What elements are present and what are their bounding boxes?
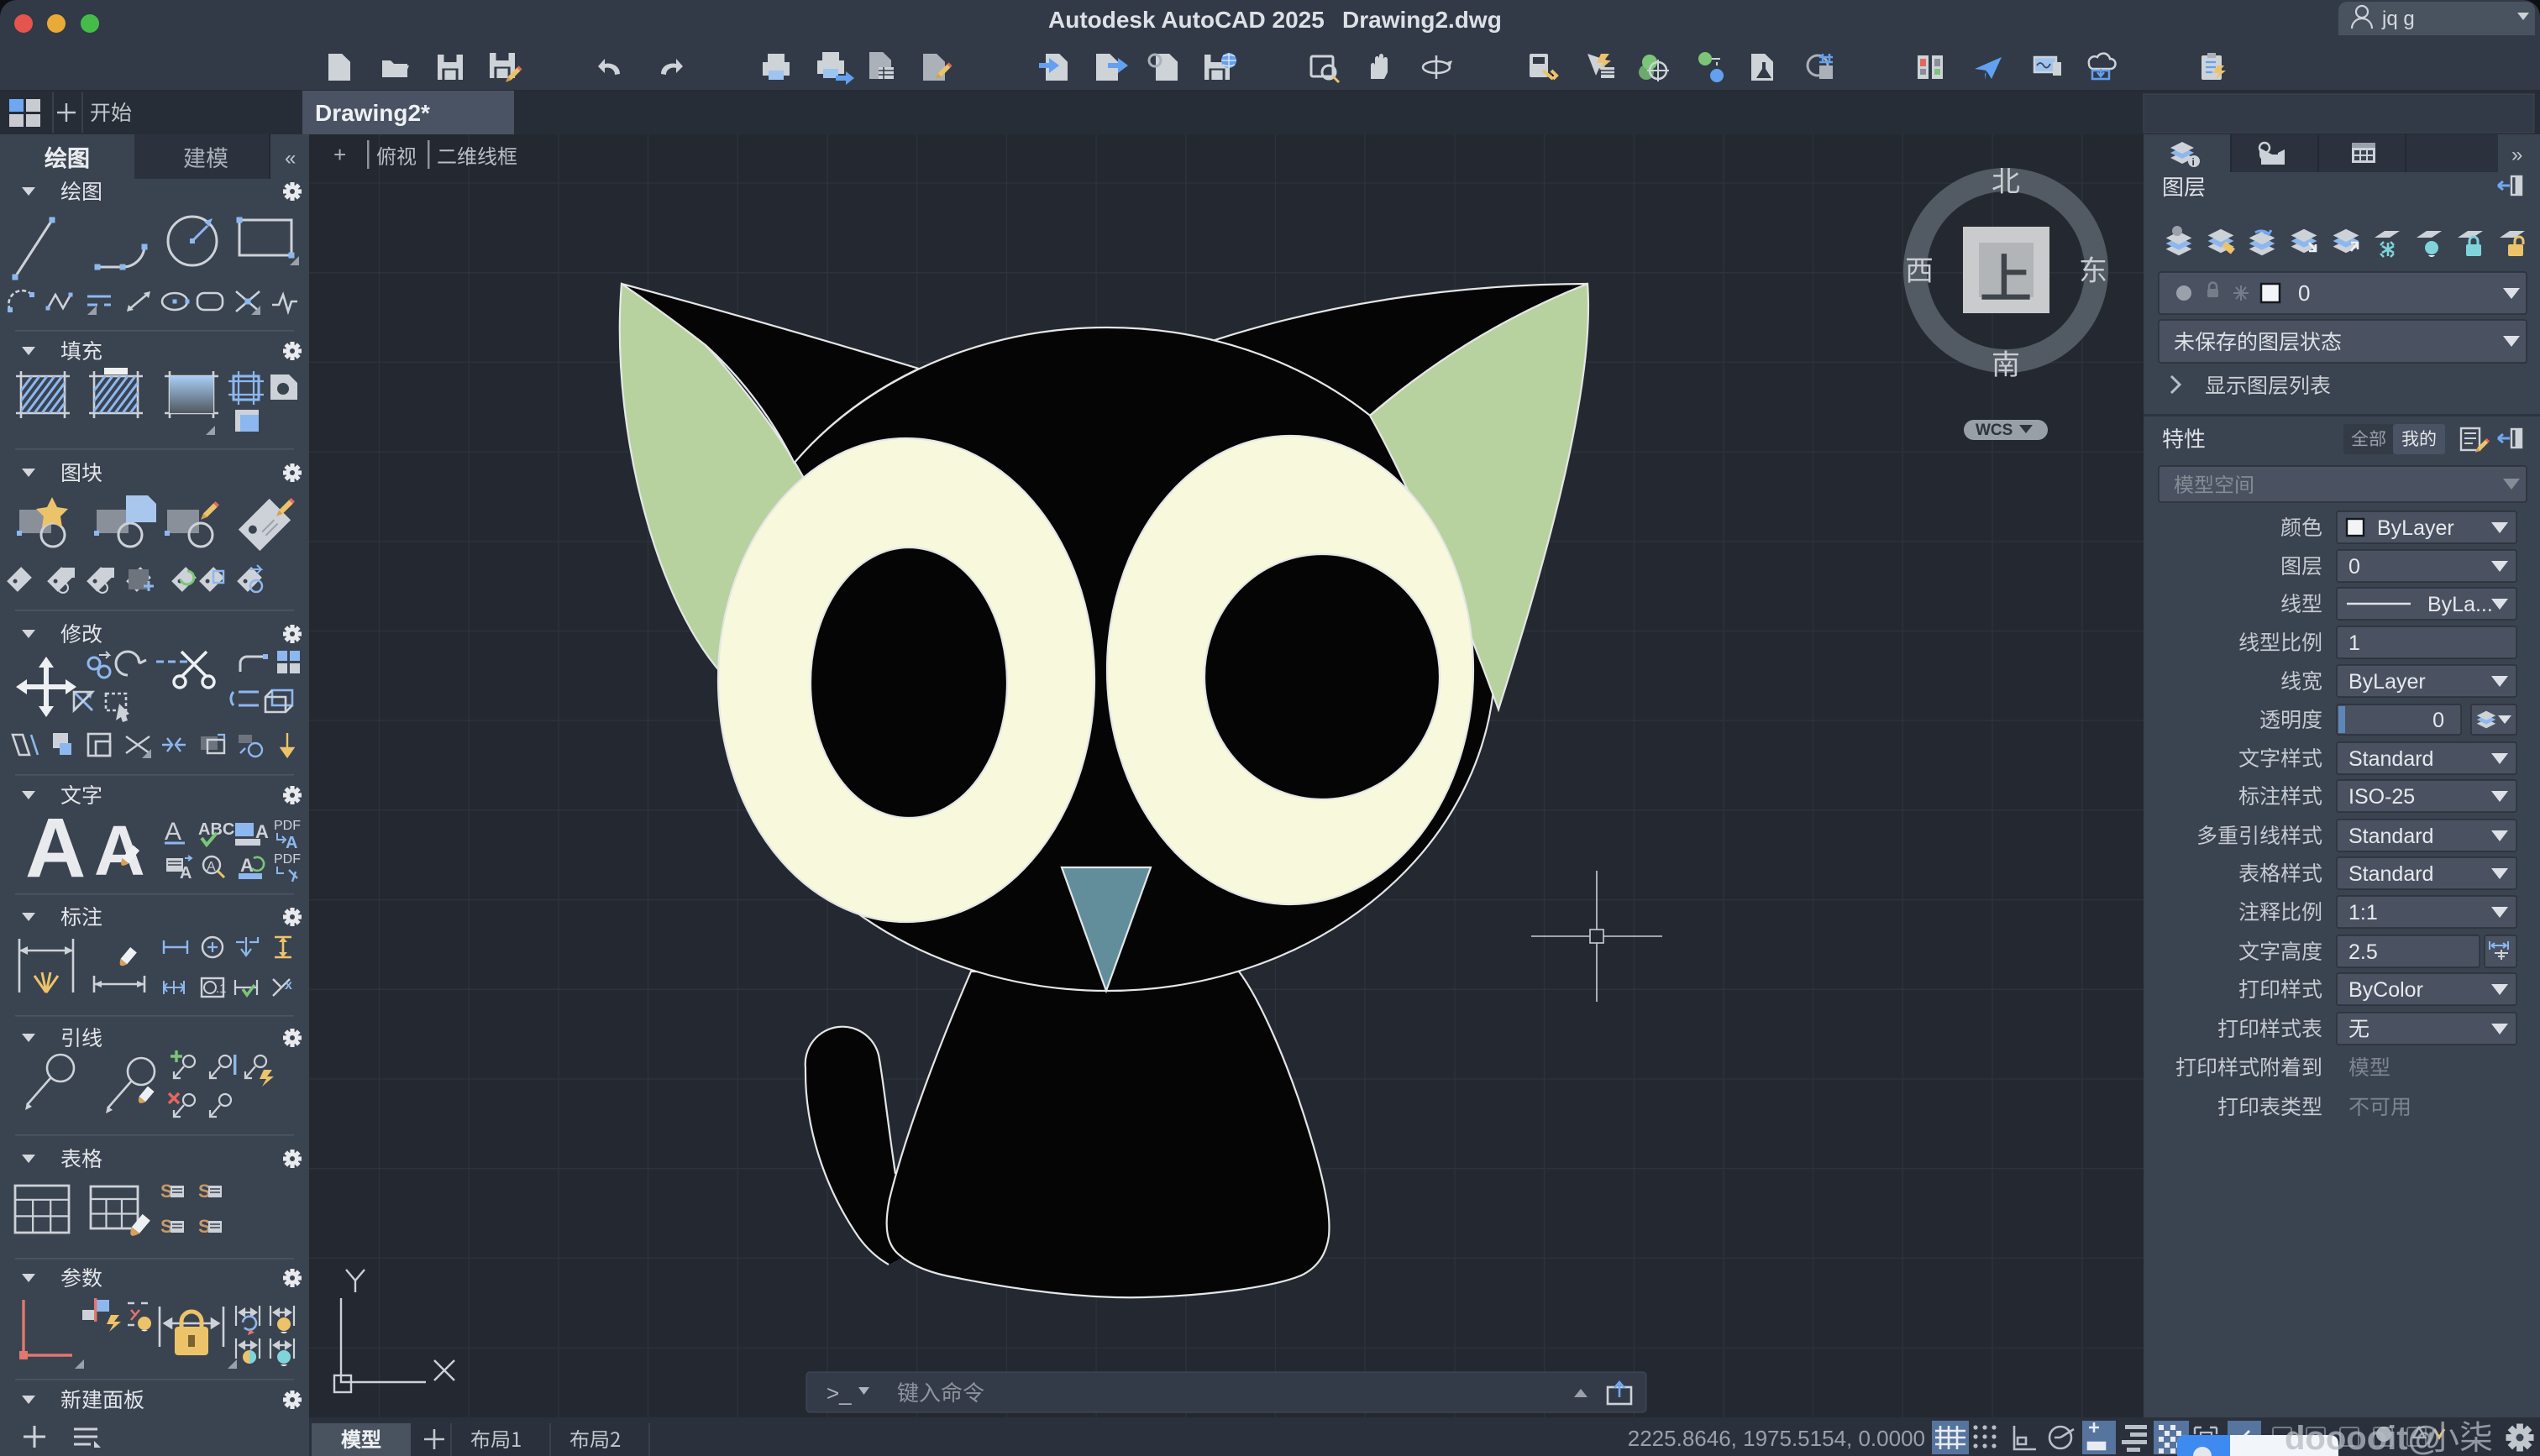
svg-text:Standard: Standard (2348, 862, 2433, 886)
svg-text:dooooit@: dooooit@ (2285, 1420, 2441, 1456)
svg-text:0: 0 (2348, 555, 2360, 579)
svg-text:1: 1 (2348, 631, 2360, 655)
svg-text:.1: .1 (216, 982, 227, 996)
svg-text:Drawing2.dwg: Drawing2.dwg (1342, 7, 1502, 33)
svg-text:A: A (240, 855, 254, 876)
svg-text:PDF: PDF (274, 819, 301, 833)
svg-text:2.5: 2.5 (2348, 940, 2378, 964)
svg-text:ISO-25: ISO-25 (2348, 785, 2415, 809)
svg-text:1:1: 1:1 (2348, 901, 2378, 924)
svg-text:ByLa...: ByLa... (2427, 593, 2493, 616)
svg-text:+: + (333, 142, 346, 167)
svg-text:A: A (165, 818, 181, 846)
svg-text:>_: >_ (827, 1380, 852, 1406)
svg-text:ByLayer: ByLayer (2348, 670, 2426, 694)
svg-text:i: i (2192, 156, 2195, 168)
svg-text:«: « (285, 147, 296, 170)
svg-text:0: 0 (2298, 280, 2310, 306)
svg-text:A: A (207, 860, 216, 874)
svg-text:ByColor: ByColor (2348, 978, 2423, 1002)
svg-text:jq g: jq g (2381, 8, 2415, 30)
svg-text:A: A (286, 834, 297, 852)
svg-text:Standard: Standard (2348, 825, 2433, 848)
svg-text:2225.8646, 1975.5154, 0.0000: 2225.8646, 1975.5154, 0.0000 (1628, 1426, 1925, 1451)
svg-text:A: A (180, 864, 192, 883)
svg-text:ByLayer: ByLayer (2377, 516, 2454, 540)
svg-text:x: x (285, 978, 292, 992)
svg-text:ABC: ABC (198, 820, 234, 839)
svg-text:0: 0 (2432, 709, 2444, 732)
svg-text:PDF: PDF (274, 852, 301, 867)
svg-text:Standard: Standard (2348, 747, 2433, 771)
svg-text:Drawing2*: Drawing2* (315, 100, 430, 126)
svg-text:Autodesk AutoCAD 2025: Autodesk AutoCAD 2025 (1048, 7, 1325, 33)
svg-text:»: » (2511, 144, 2522, 166)
svg-text:A: A (25, 801, 86, 895)
svg-text:WCS: WCS (1976, 422, 2013, 439)
